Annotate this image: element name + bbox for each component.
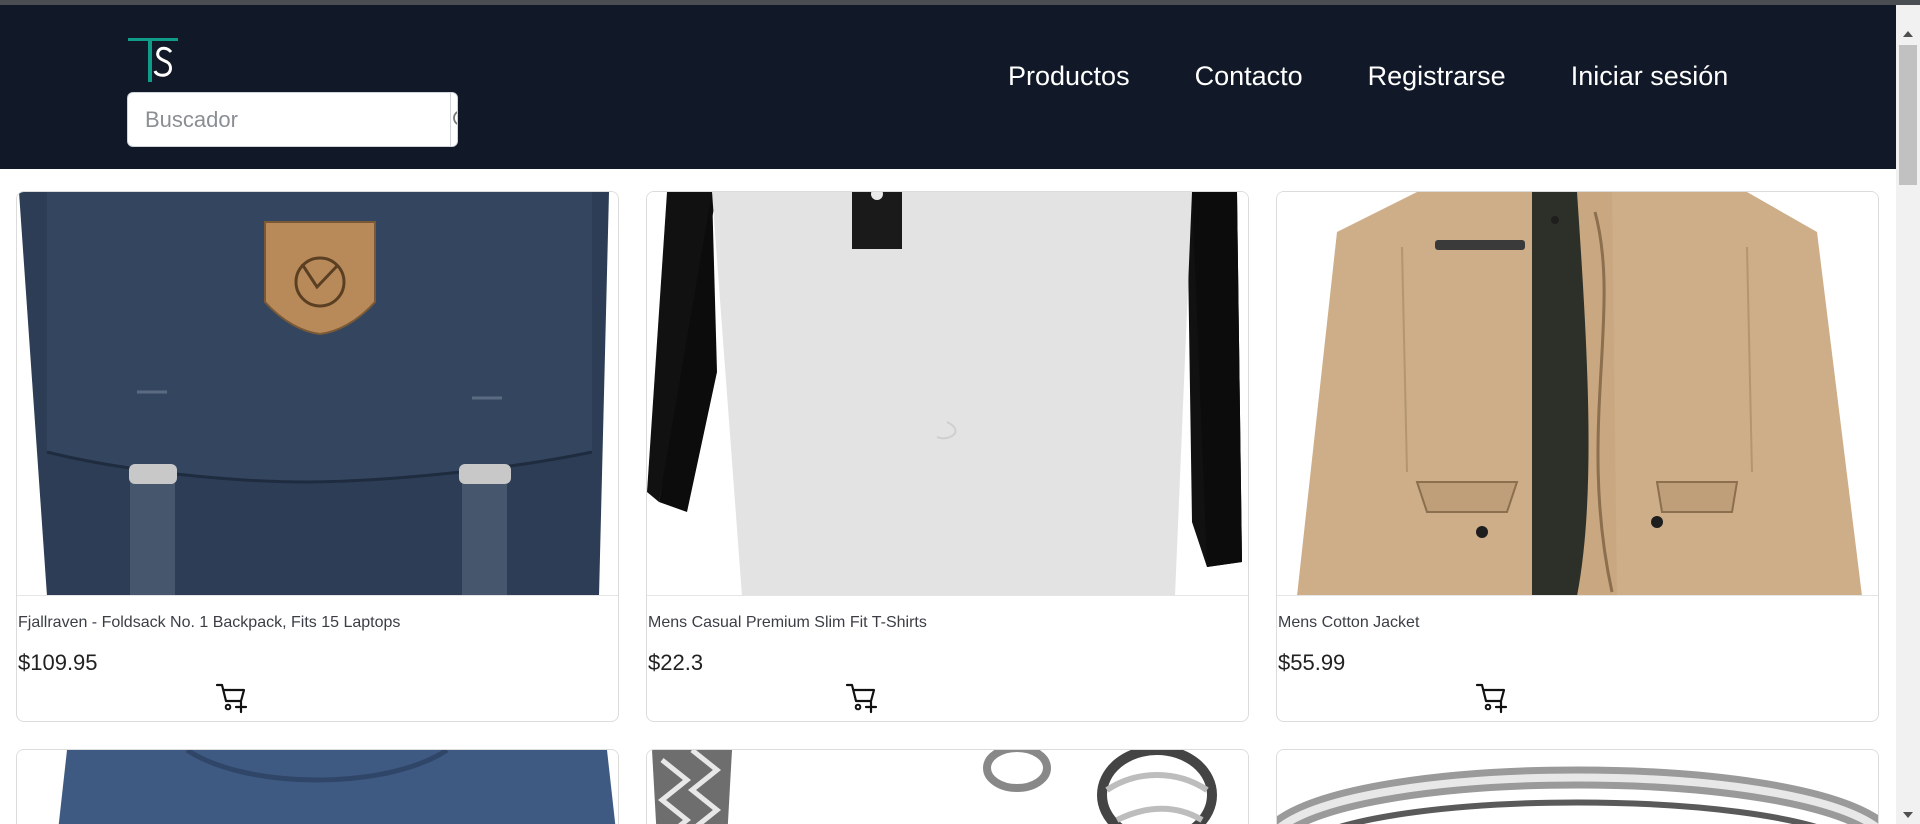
page-scrollbar[interactable] (1896, 5, 1920, 824)
search-input[interactable] (128, 93, 450, 146)
product-price: $22.3 (648, 650, 704, 675)
product-title[interactable]: Mens Casual Premium Slim Fit T-Shirts (648, 614, 927, 632)
product-image-ring[interactable] (1277, 750, 1878, 824)
search-button[interactable] (450, 93, 457, 146)
product-card[interactable]: Mens Casual Premium Slim Fit T-Shirts $2… (646, 191, 1249, 722)
nav-contacto[interactable]: Contacto (1195, 61, 1303, 92)
add-to-cart-icon[interactable] (845, 680, 879, 714)
product-image-bracelet[interactable] (647, 750, 1248, 824)
product-card[interactable] (1276, 749, 1879, 824)
main-nav: Productos Contacto Registrarse Iniciar s… (1008, 61, 1793, 92)
logo[interactable] (127, 34, 181, 86)
add-to-cart-icon[interactable] (215, 680, 249, 714)
search-box (127, 92, 458, 147)
product-image-tshirt[interactable] (647, 192, 1248, 596)
product-title[interactable]: Fjallraven - Foldsack No. 1 Backpack, Fi… (18, 614, 400, 632)
nav-registrarse[interactable]: Registrarse (1368, 61, 1506, 92)
product-price: $55.99 (1278, 650, 1346, 675)
navbar: Productos Contacto Registrarse Iniciar s… (0, 5, 1896, 169)
search-icon (453, 110, 457, 125)
product-card[interactable] (16, 749, 619, 824)
product-card[interactable]: Fjallraven - Foldsack No. 1 Backpack, Fi… (16, 191, 619, 722)
product-title[interactable]: Mens Cotton Jacket (1278, 614, 1419, 632)
product-card[interactable] (646, 749, 1249, 824)
product-image-backpack[interactable] (17, 192, 618, 596)
nav-productos[interactable]: Productos (1008, 61, 1130, 92)
product-price: $109.95 (18, 650, 98, 675)
product-card[interactable]: Mens Cotton Jacket $55.99 (1276, 191, 1879, 722)
scroll-thumb[interactable] (1899, 45, 1917, 185)
product-image-jacket[interactable] (1277, 192, 1878, 596)
scroll-down-arrow-icon[interactable] (1903, 812, 1913, 818)
scroll-up-arrow-icon[interactable] (1903, 31, 1913, 37)
nav-iniciar-sesion[interactable]: Iniciar sesión (1571, 61, 1729, 92)
add-to-cart-icon[interactable] (1475, 680, 1509, 714)
product-image-blue-tshirt[interactable] (17, 750, 618, 824)
